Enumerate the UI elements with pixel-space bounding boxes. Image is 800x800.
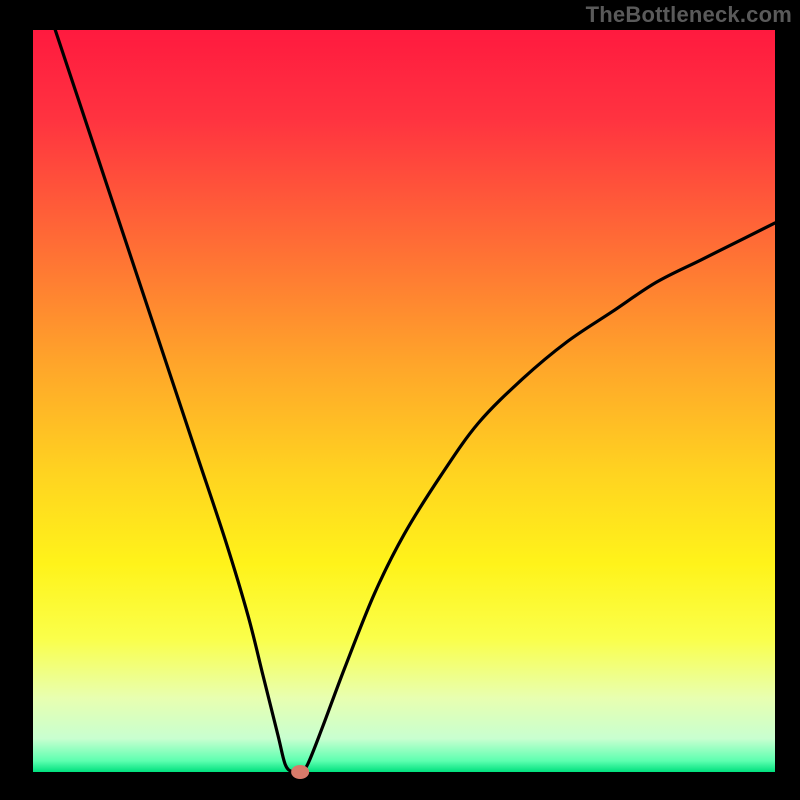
chart-frame: TheBottleneck.com xyxy=(0,0,800,800)
plot-background xyxy=(33,30,775,772)
optimal-point-marker xyxy=(291,765,309,779)
bottleneck-chart xyxy=(0,0,800,800)
